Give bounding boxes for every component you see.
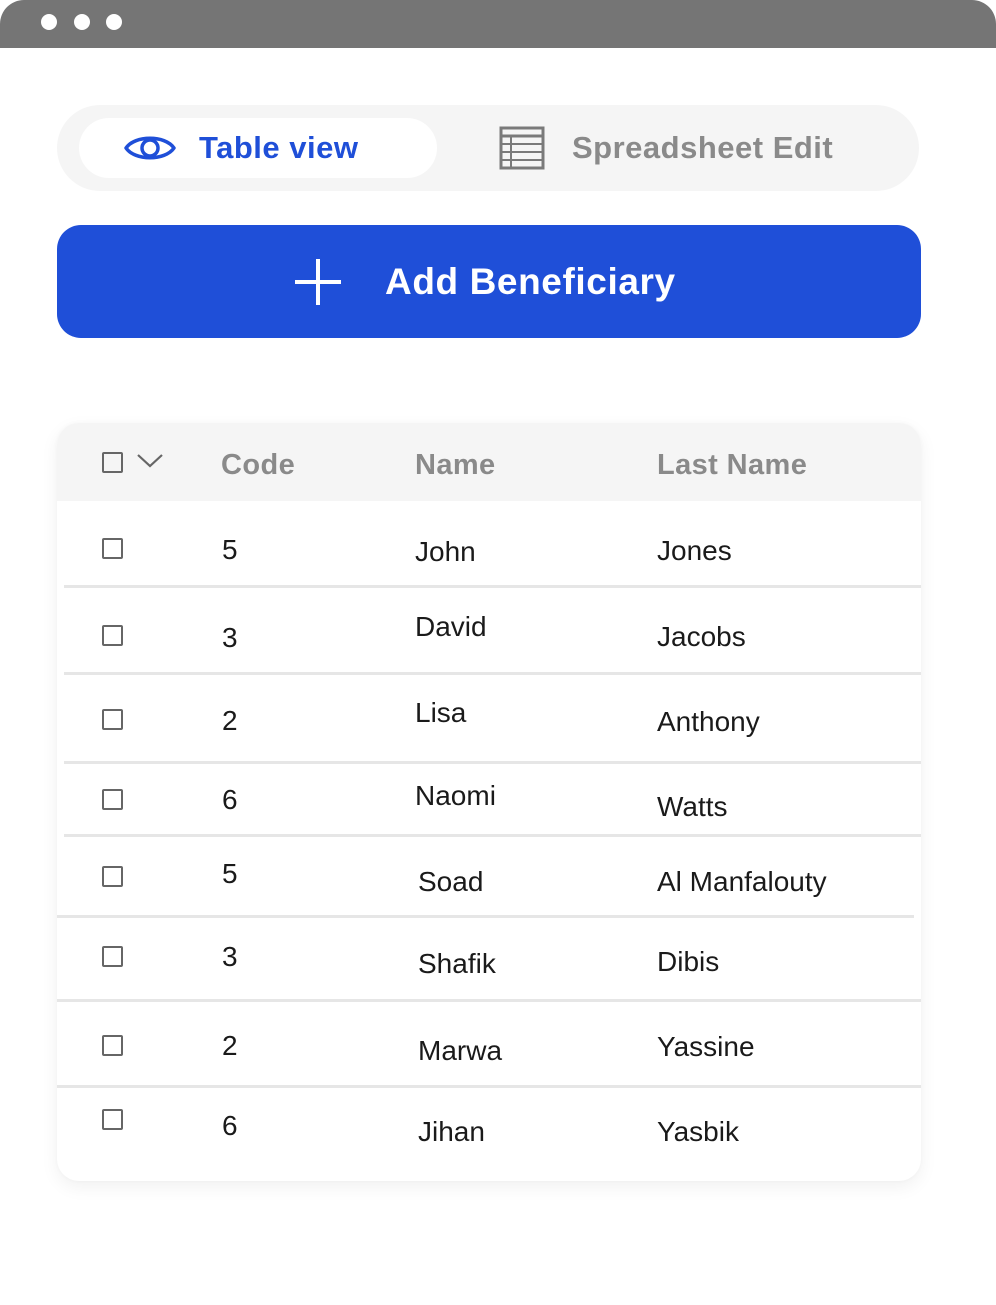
row-checkbox[interactable] [102,946,123,967]
plus-icon [295,259,341,305]
cell-code: 6 [222,784,238,815]
row-checkbox[interactable] [102,789,123,810]
cell-code: 2 [222,705,238,736]
add-beneficiary-label: Add Beneficiary [385,261,676,302]
cell-code: 5 [222,534,238,565]
add-beneficiary-button[interactable]: Add Beneficiary [57,225,921,338]
cell-name: Shafik [418,948,496,979]
cell-name: John [415,536,476,567]
chevron-down-icon[interactable] [135,449,165,471]
tab-spreadsheet-edit[interactable]: Spreadsheet Edit [477,118,907,178]
cell-code: 6 [222,1110,238,1141]
cell-last-name: Yassine [657,1031,755,1062]
row-checkbox[interactable] [102,1035,123,1056]
table-row[interactable]: 6 Naomi Watts [57,764,921,837]
cell-last-name: Al Manfalouty [657,866,827,897]
row-checkbox[interactable] [102,625,123,646]
tab-spreadsheet-edit-label: Spreadsheet Edit [572,130,834,165]
column-header-last-name[interactable]: Last Name [657,450,807,480]
row-checkbox[interactable] [102,538,123,559]
row-checkbox[interactable] [102,709,123,730]
cell-last-name: Jones [657,535,732,566]
table-row[interactable]: 3 Shafik Dibis [57,918,921,1002]
table-header: Code Name Last Name [57,423,921,501]
eye-icon [124,136,176,160]
table-row[interactable]: 5 John Jones [57,501,921,588]
cell-code: 5 [222,858,238,889]
table-row[interactable]: 5 Soad Al Manfalouty [57,837,921,918]
cell-code: 3 [222,941,238,972]
table-row[interactable]: 6 Jihan Yasbik [57,1088,921,1178]
view-toggle: Table view Spreadsheet Edit [57,105,919,191]
window-dot-minimize[interactable] [74,14,90,30]
table-row[interactable]: 3 David Jacobs [57,588,921,675]
row-checkbox[interactable] [102,1109,123,1130]
cell-last-name: Jacobs [657,621,746,652]
tab-table-view-label: Table view [199,130,359,165]
table-row[interactable]: 2 Marwa Yassine [57,1002,921,1088]
row-checkbox[interactable] [102,866,123,887]
beneficiaries-table: Code Name Last Name 5 John Jones 3 David… [57,423,921,1181]
cell-name: Soad [418,866,484,897]
table-row[interactable]: 2 Lisa Anthony [57,675,921,764]
column-header-name[interactable]: Name [415,450,496,480]
cell-code: 3 [222,622,238,653]
column-header-code[interactable]: Code [221,450,295,480]
window-titlebar [0,0,996,48]
cell-last-name: Anthony [657,706,760,737]
cell-last-name: Yasbik [657,1116,739,1147]
cell-name: Naomi [415,780,496,811]
tab-table-view[interactable]: Table view [79,118,437,178]
window-dot-maximize[interactable] [106,14,122,30]
cell-name: Marwa [418,1035,503,1066]
cell-name: Lisa [415,697,467,728]
window-dot-close[interactable] [41,14,57,30]
select-all-checkbox[interactable] [102,452,123,473]
cell-last-name: Dibis [657,946,720,977]
spreadsheet-icon [499,126,545,170]
cell-name: David [415,611,487,642]
cell-name: Jihan [418,1116,485,1147]
cell-code: 2 [222,1030,238,1061]
cell-last-name: Watts [657,791,728,822]
